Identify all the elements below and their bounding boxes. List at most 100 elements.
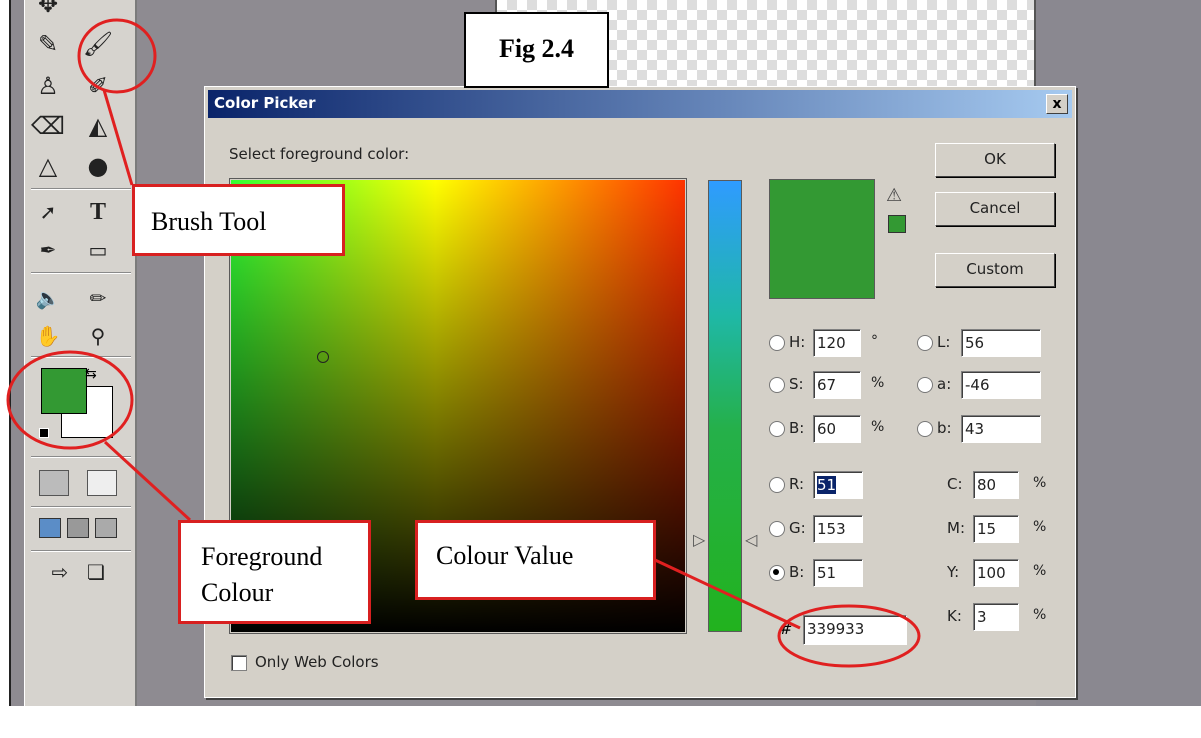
foreground-color-swatch[interactable] (41, 368, 87, 414)
lasso-tool-icon[interactable]: ⌒ (81, 0, 115, 20)
lab-l-radio[interactable] (917, 335, 933, 351)
blur-tool-icon[interactable]: △ (31, 150, 65, 182)
black-label: K: (947, 607, 962, 625)
toolbox-divider (31, 456, 131, 458)
red-input[interactable]: 51 (813, 471, 863, 499)
toolbox-divider (31, 188, 131, 190)
zoom-tool-icon[interactable]: ⚲ (81, 320, 115, 352)
rectangle-tool-icon[interactable]: ▭ (81, 234, 115, 266)
pencil-tool-icon[interactable]: ✎ (31, 28, 65, 60)
lab-l-input[interactable]: 56 (961, 329, 1041, 357)
toolbox-divider (31, 272, 131, 274)
black-row: K: 3 % (947, 601, 1057, 631)
close-button[interactable]: x (1046, 94, 1068, 114)
hue-row: H: 120 ° (769, 327, 919, 357)
cyan-row: C: 80 % (947, 469, 1057, 499)
screen-mode-standard-icon[interactable] (39, 518, 61, 538)
history-brush-icon[interactable]: ✐ (81, 70, 115, 102)
pen-tool-icon[interactable]: ✒ (31, 234, 65, 266)
cancel-button[interactable]: Cancel (935, 192, 1055, 226)
dodge-tool-icon[interactable]: ● (81, 150, 115, 182)
lab-a-label: a: (937, 375, 952, 393)
brightness-label: B: (789, 419, 805, 437)
brush-tool-icon[interactable]: 🖌 (81, 28, 115, 60)
green-input[interactable]: 153 (813, 515, 863, 543)
saturation-input[interactable]: 67 (813, 371, 861, 399)
hue-radio[interactable] (769, 335, 785, 351)
colour-value-annotation: Colour Value (415, 520, 656, 600)
brightness-radio[interactable] (769, 421, 785, 437)
lab-b-input[interactable]: 43 (961, 415, 1041, 443)
dialog-prompt: Select foreground color: (229, 145, 410, 163)
type-tool-icon[interactable]: T (81, 196, 115, 228)
cyan-unit: % (1033, 475, 1047, 491)
blue-radio[interactable] (769, 565, 785, 581)
path-select-icon[interactable]: ➚ (31, 196, 65, 228)
color-field-marker[interactable] (317, 351, 329, 363)
saturation-label: S: (789, 375, 804, 393)
toolbox-divider (31, 356, 131, 358)
paint-bucket-icon[interactable]: ◭ (81, 110, 115, 142)
swap-colors-icon[interactable]: ⇆ (85, 366, 97, 382)
hex-value-input[interactable]: 339933 (803, 615, 907, 645)
lab-l-label: L: (937, 333, 951, 351)
jump-to-imageready-icon[interactable]: ⇨ (43, 556, 77, 588)
lab-a-input[interactable]: -46 (961, 371, 1041, 399)
foreground-colour-annotation: Foreground Colour (178, 520, 371, 624)
move-tool-icon[interactable]: ✥ (31, 0, 65, 20)
lab-l-row: L: 56 (917, 327, 1047, 357)
hand-tool-icon[interactable]: ✋ (31, 320, 65, 352)
black-input[interactable]: 3 (973, 603, 1019, 631)
slider-right-arrow-icon[interactable]: ◁ (745, 532, 757, 548)
brightness-input[interactable]: 60 (813, 415, 861, 443)
yellow-input[interactable]: 100 (973, 559, 1019, 587)
standard-mode-icon[interactable] (39, 470, 69, 496)
figure-label: Fig 2.4 (464, 12, 609, 88)
foreground-colour-annotation-line2: Colour (201, 578, 274, 607)
notes-tool-icon[interactable]: 🔈 (31, 282, 65, 314)
hue-label: H: (789, 333, 806, 351)
dialog-title: Color Picker (214, 94, 316, 112)
red-input-value: 51 (817, 476, 837, 494)
magenta-input[interactable]: 15 (973, 515, 1019, 543)
black-unit: % (1033, 607, 1047, 623)
ok-button[interactable]: OK (935, 143, 1055, 177)
page-bottom-margin (0, 706, 1201, 738)
eraser-tool-icon[interactable]: ⌫ (31, 110, 65, 142)
custom-button[interactable]: Custom (935, 253, 1055, 287)
lab-b-radio[interactable] (917, 421, 933, 437)
saturation-row: S: 67 % (769, 369, 919, 399)
quick-mask-icon[interactable] (87, 470, 117, 496)
only-web-colors-checkbox[interactable] (231, 655, 247, 671)
imageready-icon[interactable]: ❏ (79, 556, 113, 588)
hue-slider[interactable] (708, 180, 742, 632)
saturation-radio[interactable] (769, 377, 785, 393)
gamut-warning-icon[interactable]: ⚠ (886, 187, 902, 205)
saturation-unit: % (871, 375, 885, 391)
default-colors-icon[interactable] (39, 428, 49, 438)
cyan-label: C: (947, 475, 963, 493)
green-row: G: 153 (769, 513, 889, 543)
red-label: R: (789, 475, 805, 493)
stamp-tool-icon[interactable]: ♙ (31, 70, 65, 102)
lab-a-radio[interactable] (917, 377, 933, 393)
dialog-titlebar[interactable]: Color Picker x (208, 90, 1072, 118)
hue-unit: ° (871, 333, 878, 349)
screen-mode-full-menu-icon[interactable] (67, 518, 89, 538)
slider-left-arrow-icon[interactable]: ▷ (693, 532, 705, 548)
brightness-unit: % (871, 419, 885, 435)
toolbox-panel: ✥ ⌒ ✎ 🖌 ♙ ✐ ⌫ ◭ △ ● ➚ T ✒ ▭ 🔈 ✏ ✋ ⚲ ⇆ ⇨ … (24, 0, 137, 706)
web-safe-swatch[interactable] (888, 215, 906, 233)
blue-label: B: (789, 563, 805, 581)
hue-input[interactable]: 120 (813, 329, 861, 357)
eyedropper-tool-icon[interactable]: ✏ (81, 282, 115, 314)
yellow-row: Y: 100 % (947, 557, 1057, 587)
cyan-input[interactable]: 80 (973, 471, 1019, 499)
screen-mode-full-icon[interactable] (95, 518, 117, 538)
green-radio[interactable] (769, 521, 785, 537)
page-margin (0, 0, 9, 738)
blue-input[interactable]: 51 (813, 559, 863, 587)
hex-symbol: # (779, 619, 793, 638)
red-row: R: 51 (769, 469, 889, 499)
red-radio[interactable] (769, 477, 785, 493)
